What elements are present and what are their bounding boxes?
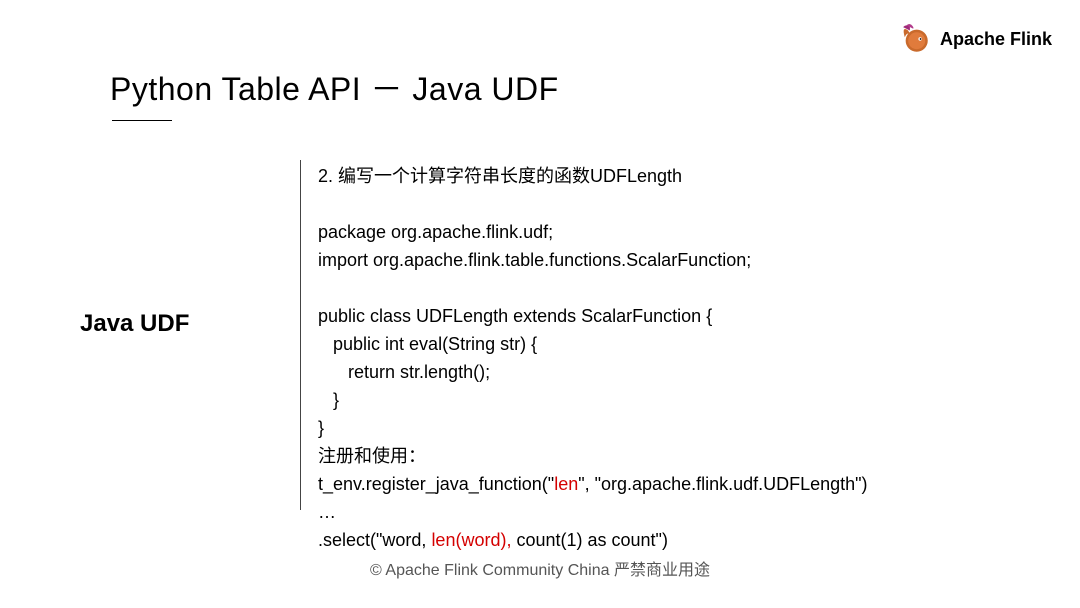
- footer-text: © Apache Flink Community China 严禁商业用途: [0, 556, 1080, 580]
- code-package: package org.apache.flink.udf;: [318, 218, 868, 246]
- code-class-open: public class UDFLength extends ScalarFun…: [318, 302, 868, 330]
- code-import: import org.apache.flink.table.functions.…: [318, 246, 868, 274]
- register-line-select: .select("word, len(word), count(1) as co…: [318, 526, 868, 554]
- flink-squirrel-icon: [898, 22, 932, 56]
- content-divider: [300, 160, 301, 510]
- content-block: 2. 编写一个计算字符串长度的函数UDFLength package org.a…: [318, 162, 868, 554]
- code-return: return str.length();: [318, 358, 868, 386]
- code-method-open: public int eval(String str) {: [318, 330, 868, 358]
- register-line-1: t_env.register_java_function("len", "org…: [318, 470, 868, 498]
- register-line-ellipsis: …: [318, 498, 868, 526]
- register-label: 注册和使用：: [318, 442, 868, 470]
- content-heading: 2. 编写一个计算字符串长度的函数UDFLength: [318, 162, 868, 190]
- logo-area: Apache Flink: [898, 22, 1052, 56]
- logo-text: Apache Flink: [940, 29, 1052, 50]
- code-method-close: }: [318, 386, 868, 414]
- code-class-close: }: [318, 414, 868, 442]
- title-underline: [112, 120, 172, 121]
- slide-title: Python Table API － Java UDF: [110, 64, 559, 110]
- section-label: Java UDF: [80, 310, 189, 338]
